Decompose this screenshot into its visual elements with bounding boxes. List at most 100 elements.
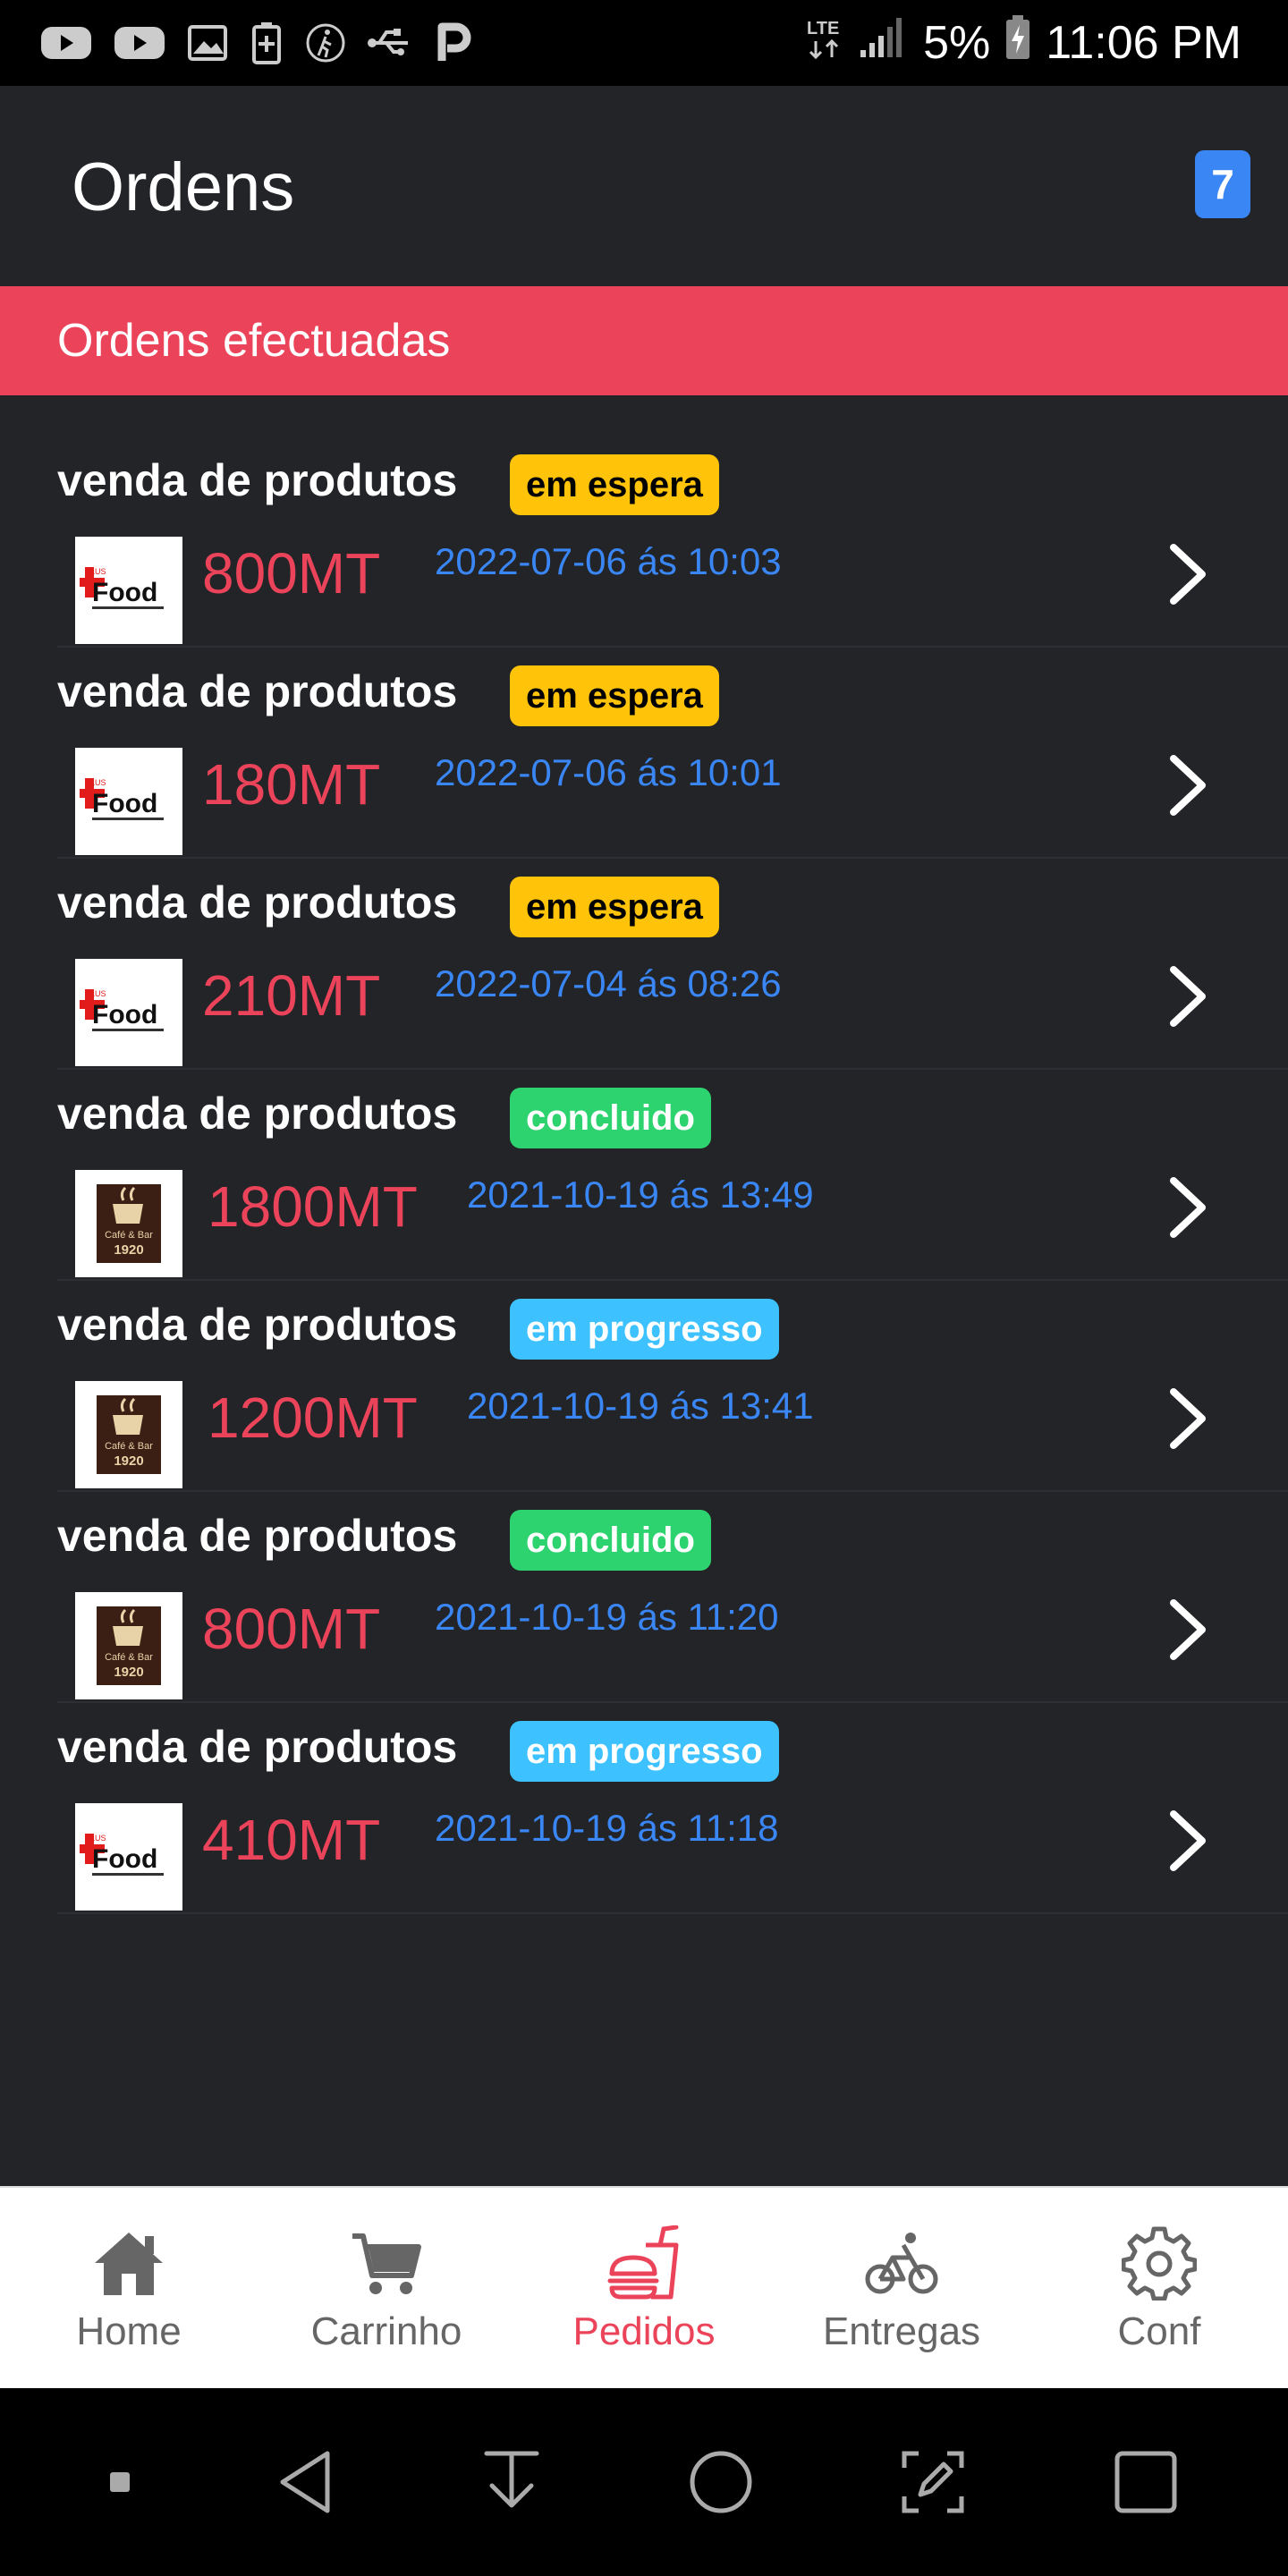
- bottom-tab-bar: Home Carrinho Pedidos Entregas Conf: [0, 2186, 1288, 2388]
- svg-text:Food: Food: [92, 789, 157, 818]
- order-item[interactable]: venda de produtos concluido Café & Bar 19…: [57, 1070, 1288, 1281]
- svg-text:Food: Food: [92, 1000, 157, 1030]
- lte-icon: LTE: [805, 14, 844, 72]
- svg-text:Food: Food: [92, 578, 157, 607]
- svg-text:Café & Bar: Café & Bar: [105, 1652, 153, 1663]
- chevron-right-icon: [1170, 1388, 1206, 1449]
- order-item[interactable]: venda de produtos em espera PLUS Food 800…: [57, 436, 1288, 648]
- order-price: 800MT: [202, 1597, 381, 1661]
- order-date: 2022-07-04 ás 08:26: [435, 962, 782, 1004]
- tab-label: Entregas: [822, 2309, 981, 2353]
- youtube-icon: [39, 23, 93, 63]
- order-title: venda de produtos: [57, 1089, 458, 1139]
- status-badge: concluido: [510, 1510, 711, 1571]
- tab-home[interactable]: Home: [0, 2188, 258, 2388]
- order-title: venda de produtos: [57, 1511, 458, 1561]
- order-title: venda de produtos: [57, 666, 458, 716]
- download-icon[interactable]: [481, 2448, 542, 2516]
- svg-text:1920: 1920: [114, 1242, 143, 1258]
- tab-entregas[interactable]: Entregas: [773, 2188, 1030, 2388]
- svg-text:Café & Bar: Café & Bar: [105, 1230, 153, 1241]
- tab-carrinho[interactable]: Carrinho: [258, 2188, 515, 2388]
- svg-text:Café & Bar: Café & Bar: [105, 1441, 153, 1452]
- home-icon: [91, 2225, 166, 2301]
- svg-text:PLUS: PLUS: [85, 1834, 106, 1843]
- cafe-bar-logo: Café & Bar 1920: [75, 1170, 182, 1277]
- svg-text:1920: 1920: [114, 1665, 143, 1680]
- order-item[interactable]: venda de produtos em progresso PLUS Food …: [57, 1703, 1288, 1914]
- status-badge: em espera: [510, 454, 719, 515]
- order-item[interactable]: venda de produtos em espera PLUS Food 180…: [57, 648, 1288, 859]
- fastfood-icon: [606, 2225, 682, 2301]
- order-date: 2021-10-19 ás 11:20: [435, 1596, 779, 1638]
- order-price: 410MT: [202, 1808, 381, 1872]
- order-price: 210MT: [202, 963, 381, 1028]
- order-title: venda de produtos: [57, 1300, 458, 1350]
- plus-food-logo: PLUS Food: [75, 748, 182, 855]
- order-price: 800MT: [202, 541, 381, 606]
- order-list: venda de produtos em espera PLUS Food 800…: [0, 436, 1288, 1914]
- svg-text:PLUS: PLUS: [85, 567, 106, 576]
- tab-label: Conf: [1117, 2309, 1201, 2353]
- walk-icon: [304, 21, 347, 64]
- order-item[interactable]: venda de produtos em espera PLUS Food 210…: [57, 859, 1288, 1070]
- chevron-right-icon: [1170, 966, 1206, 1027]
- chevron-right-icon: [1170, 755, 1206, 816]
- notification-badge[interactable]: 7: [1195, 150, 1250, 218]
- cafe-bar-logo: Café & Bar 1920: [75, 1592, 182, 1699]
- system-status: LTE 5% 11:06 PM: [805, 14, 1241, 72]
- status-badge: em progresso: [510, 1299, 779, 1360]
- chevron-right-icon: [1170, 1177, 1206, 1238]
- p-app-icon: [433, 21, 472, 64]
- order-date: 2021-10-19 ás 13:41: [467, 1385, 814, 1427]
- back-icon[interactable]: [275, 2448, 336, 2516]
- tab-label: Pedidos: [572, 2309, 716, 2353]
- order-title: venda de produtos: [57, 455, 458, 505]
- svg-text:PLUS: PLUS: [85, 989, 106, 998]
- order-date: 2021-10-19 ás 11:18: [435, 1807, 779, 1849]
- order-item[interactable]: venda de produtos em progresso Café & Ba…: [57, 1281, 1288, 1492]
- svg-text:PLUS: PLUS: [85, 778, 106, 787]
- svg-text:1920: 1920: [114, 1453, 143, 1469]
- order-title: venda de produtos: [57, 877, 458, 928]
- order-date: 2022-07-06 ás 10:03: [435, 540, 782, 582]
- recents-dot-icon[interactable]: [108, 2470, 131, 2494]
- overview-square-icon[interactable]: [1112, 2448, 1180, 2516]
- cafe-bar-logo: Café & Bar 1920: [75, 1381, 182, 1488]
- home-circle-icon[interactable]: [687, 2448, 755, 2516]
- clock: 11:06 PM: [1046, 17, 1241, 69]
- status-badge: em espera: [510, 877, 719, 937]
- status-bar: LTE 5% 11:06 PM: [0, 0, 1288, 86]
- tab-label: Carrinho: [310, 2309, 462, 2353]
- app-header: Ordens 7: [0, 86, 1288, 286]
- signal-icon: [859, 16, 909, 71]
- order-date: 2021-10-19 ás 13:49: [467, 1174, 814, 1216]
- status-badge: em progresso: [510, 1721, 779, 1782]
- bicycle-icon: [864, 2225, 939, 2301]
- plus-food-logo: PLUS Food: [75, 959, 182, 1066]
- image-icon: [186, 23, 229, 63]
- screenshot-edit-icon[interactable]: [899, 2448, 967, 2516]
- battery-saver-icon: [249, 21, 284, 64]
- system-nav-bar: [0, 2388, 1288, 2576]
- chevron-right-icon: [1170, 544, 1206, 605]
- svg-text:LTE: LTE: [807, 19, 839, 38]
- usb-icon: [367, 23, 413, 63]
- plus-food-logo: PLUS Food: [75, 537, 182, 644]
- order-price: 1800MT: [208, 1174, 418, 1239]
- cart-icon: [349, 2225, 424, 2301]
- battery-percent: 5%: [923, 17, 991, 69]
- order-title: venda de produtos: [57, 1722, 458, 1772]
- order-item[interactable]: venda de produtos concluido Café & Bar 19…: [57, 1492, 1288, 1703]
- tab-pedidos[interactable]: Pedidos: [515, 2188, 773, 2388]
- section-title: Ordens efectuadas: [0, 286, 1288, 395]
- notification-icons: [39, 21, 472, 64]
- tab-conf[interactable]: Conf: [1030, 2188, 1288, 2388]
- chevron-right-icon: [1170, 1810, 1206, 1871]
- chevron-right-icon: [1170, 1599, 1206, 1660]
- youtube-icon: [113, 23, 166, 63]
- order-price: 180MT: [202, 752, 381, 817]
- svg-text:Food: Food: [92, 1844, 157, 1874]
- gear-icon: [1122, 2225, 1197, 2301]
- status-badge: concluido: [510, 1088, 711, 1148]
